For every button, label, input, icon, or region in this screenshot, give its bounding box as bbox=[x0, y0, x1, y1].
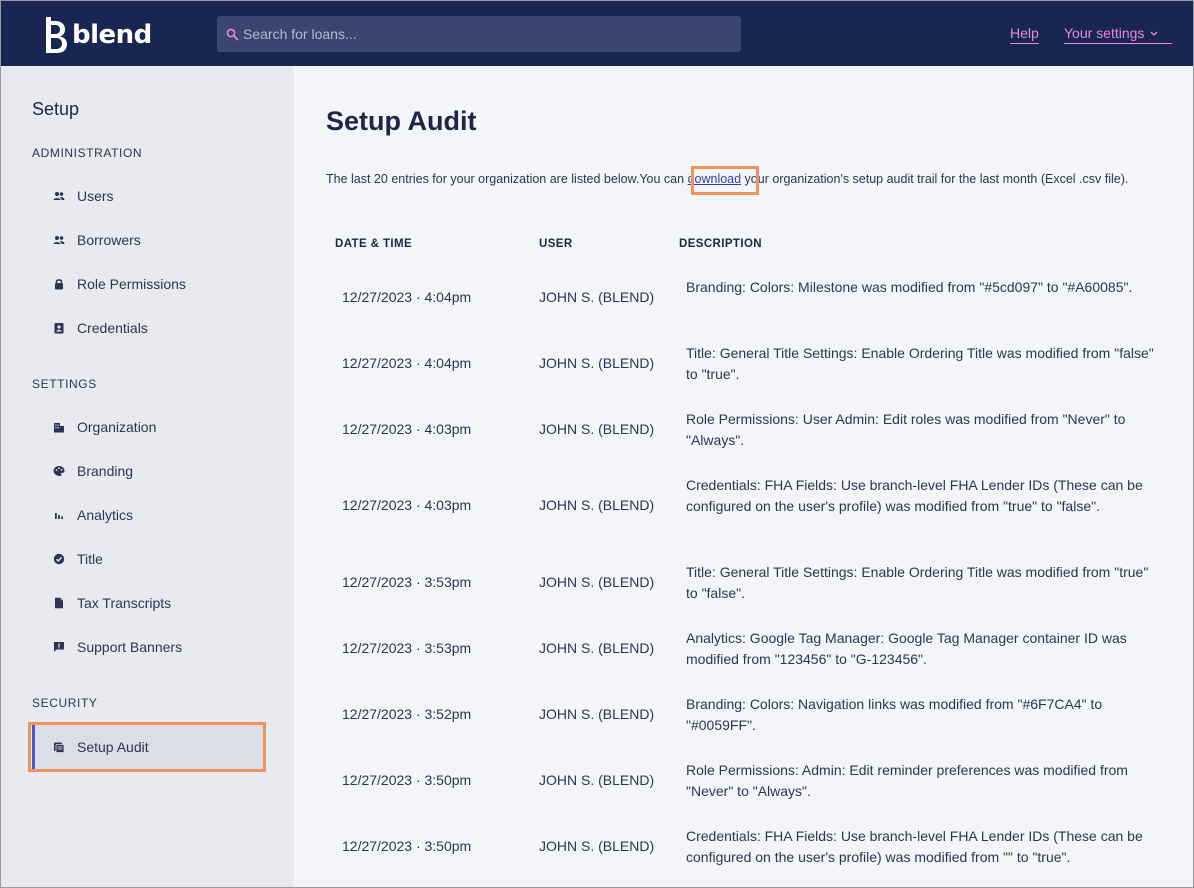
row-description: Role Permissions: User Admin: Edit roles… bbox=[686, 411, 1126, 448]
row-date: 12/27/2023 · 4:04pm bbox=[342, 289, 472, 305]
blend-logo-icon bbox=[46, 17, 67, 53]
row-date: 12/27/2023 · 3:53pm bbox=[342, 640, 472, 656]
intro-text: The last 20 entries for your organizatio… bbox=[326, 172, 1128, 186]
your-settings-dropdown[interactable]: Your settings bbox=[1064, 25, 1172, 44]
page-title: Setup Audit bbox=[326, 106, 477, 136]
document-icon bbox=[55, 597, 63, 609]
row-user: JOHN S. (BLEND) bbox=[539, 497, 655, 513]
sidebar-item-role-permissions[interactable]: Role Permissions bbox=[53, 273, 186, 295]
row-date: 12/27/2023 · 4:03pm bbox=[342, 421, 472, 437]
row-user: JOHN S. (BLEND) bbox=[539, 640, 655, 656]
intro-text-after: your organization's setup audit trail fo… bbox=[741, 172, 1129, 186]
column-header-user: USER bbox=[539, 238, 573, 250]
search-icon bbox=[226, 28, 239, 40]
column-header-description: DESCRIPTION bbox=[679, 238, 762, 250]
bar-chart-icon bbox=[55, 513, 63, 519]
palette-icon bbox=[53, 466, 65, 476]
verified-badge-icon bbox=[53, 553, 65, 565]
sidebar-item-label: Branding bbox=[77, 463, 134, 479]
sidebar-item-support-banners[interactable]: Support Banners bbox=[53, 636, 182, 658]
row-description: Role Permissions: Admin: Edit reminder p… bbox=[686, 762, 1128, 799]
sidebar-item-branding[interactable]: Branding bbox=[53, 460, 133, 482]
sidebar-item-title[interactable]: Title bbox=[53, 548, 103, 570]
app-window: blend Help Your settings Setup ADMINISTR… bbox=[0, 0, 1194, 888]
help-link[interactable]: Help bbox=[1010, 25, 1039, 44]
sidebar-item-analytics[interactable]: Analytics bbox=[53, 504, 133, 526]
intro-text-before: The last 20 entries for your organizatio… bbox=[326, 172, 688, 186]
section-security: SECURITY bbox=[32, 696, 98, 710]
row-description: Branding: Colors: Navigation links was m… bbox=[686, 696, 1103, 733]
sidebar-item-label: Borrowers bbox=[77, 232, 141, 248]
chevron-down-icon bbox=[1150, 31, 1158, 36]
search-input[interactable] bbox=[243, 26, 723, 42]
sidebar-item-tax-transcripts[interactable]: Tax Transcripts bbox=[53, 592, 171, 614]
row-description: Analytics: Google Tag Manager: Google Ta… bbox=[686, 630, 1127, 667]
sidebar-item-credentials[interactable]: Credentials bbox=[53, 317, 148, 339]
row-user: JOHN S. (BLEND) bbox=[539, 706, 655, 722]
building-icon bbox=[54, 423, 64, 433]
setup-sidebar: Setup ADMINISTRATION Users Borrowers Rol… bbox=[1, 66, 294, 887]
sidebar-item-label: Tax Transcripts bbox=[77, 595, 172, 611]
row-date: 12/27/2023 · 3:50pm bbox=[342, 838, 472, 854]
id-badge-icon bbox=[54, 323, 64, 334]
row-user: JOHN S. (BLEND) bbox=[539, 772, 655, 788]
your-settings-label: Your settings bbox=[1064, 25, 1145, 41]
sidebar-item-label: Credentials bbox=[77, 320, 148, 336]
row-user: JOHN S. (BLEND) bbox=[539, 289, 655, 305]
row-description: Title: General Title Settings: Enable Or… bbox=[686, 564, 1149, 601]
people-icon bbox=[53, 236, 65, 244]
sidebar-item-label: Analytics bbox=[77, 507, 134, 523]
download-link[interactable]: download bbox=[688, 172, 742, 186]
main-content: Setup Audit The last 20 entries for your… bbox=[294, 66, 1193, 887]
sidebar-item-label: Organization bbox=[77, 419, 157, 435]
row-user: JOHN S. (BLEND) bbox=[539, 574, 655, 590]
sidebar-item-label: Setup Audit bbox=[77, 739, 149, 755]
row-description: Branding: Colors: Milestone was modified… bbox=[686, 279, 1133, 295]
row-description: Credentials: FHA Fields: Use branch-leve… bbox=[686, 477, 1143, 514]
row-description: Title: General Title Settings: Enable Or… bbox=[686, 345, 1154, 382]
row-date: 12/27/2023 · 3:53pm bbox=[342, 574, 472, 590]
section-settings: SETTINGS bbox=[32, 377, 97, 391]
people-icon bbox=[53, 192, 65, 200]
message-alert-icon bbox=[54, 642, 64, 652]
sidebar-item-label: Role Permissions bbox=[77, 276, 186, 292]
sidebar-item-setup-audit[interactable]: Setup Audit bbox=[32, 725, 263, 769]
row-date: 12/27/2023 · 4:03pm bbox=[342, 497, 472, 513]
sidebar-item-label: Users bbox=[77, 188, 114, 204]
brand-logo[interactable]: blend bbox=[43, 15, 152, 55]
audit-log-icon bbox=[54, 742, 65, 753]
row-date: 12/27/2023 · 4:04pm bbox=[342, 355, 472, 371]
top-nav-bar: blend Help Your settings bbox=[1, 1, 1193, 66]
lock-icon bbox=[55, 279, 63, 290]
row-description: Credentials: FHA Fields: Use branch-leve… bbox=[686, 828, 1143, 865]
brand-name: blend bbox=[72, 20, 152, 50]
search-bar[interactable] bbox=[217, 16, 741, 52]
sidebar-item-users[interactable]: Users bbox=[53, 185, 114, 207]
column-header-date: DATE & TIME bbox=[335, 238, 413, 250]
sidebar-title: Setup bbox=[32, 99, 80, 119]
row-user: JOHN S. (BLEND) bbox=[539, 355, 655, 371]
row-date: 12/27/2023 · 3:52pm bbox=[342, 706, 472, 722]
row-date: 12/27/2023 · 3:50pm bbox=[342, 772, 472, 788]
section-administration: ADMINISTRATION bbox=[32, 146, 143, 160]
sidebar-item-label: Title bbox=[77, 551, 103, 567]
row-user: JOHN S. (BLEND) bbox=[539, 421, 655, 437]
sidebar-item-label: Support Banners bbox=[77, 639, 183, 655]
sidebar-item-borrowers[interactable]: Borrowers bbox=[53, 229, 141, 251]
sidebar-item-organization[interactable]: Organization bbox=[53, 416, 156, 438]
row-user: JOHN S. (BLEND) bbox=[539, 838, 655, 854]
